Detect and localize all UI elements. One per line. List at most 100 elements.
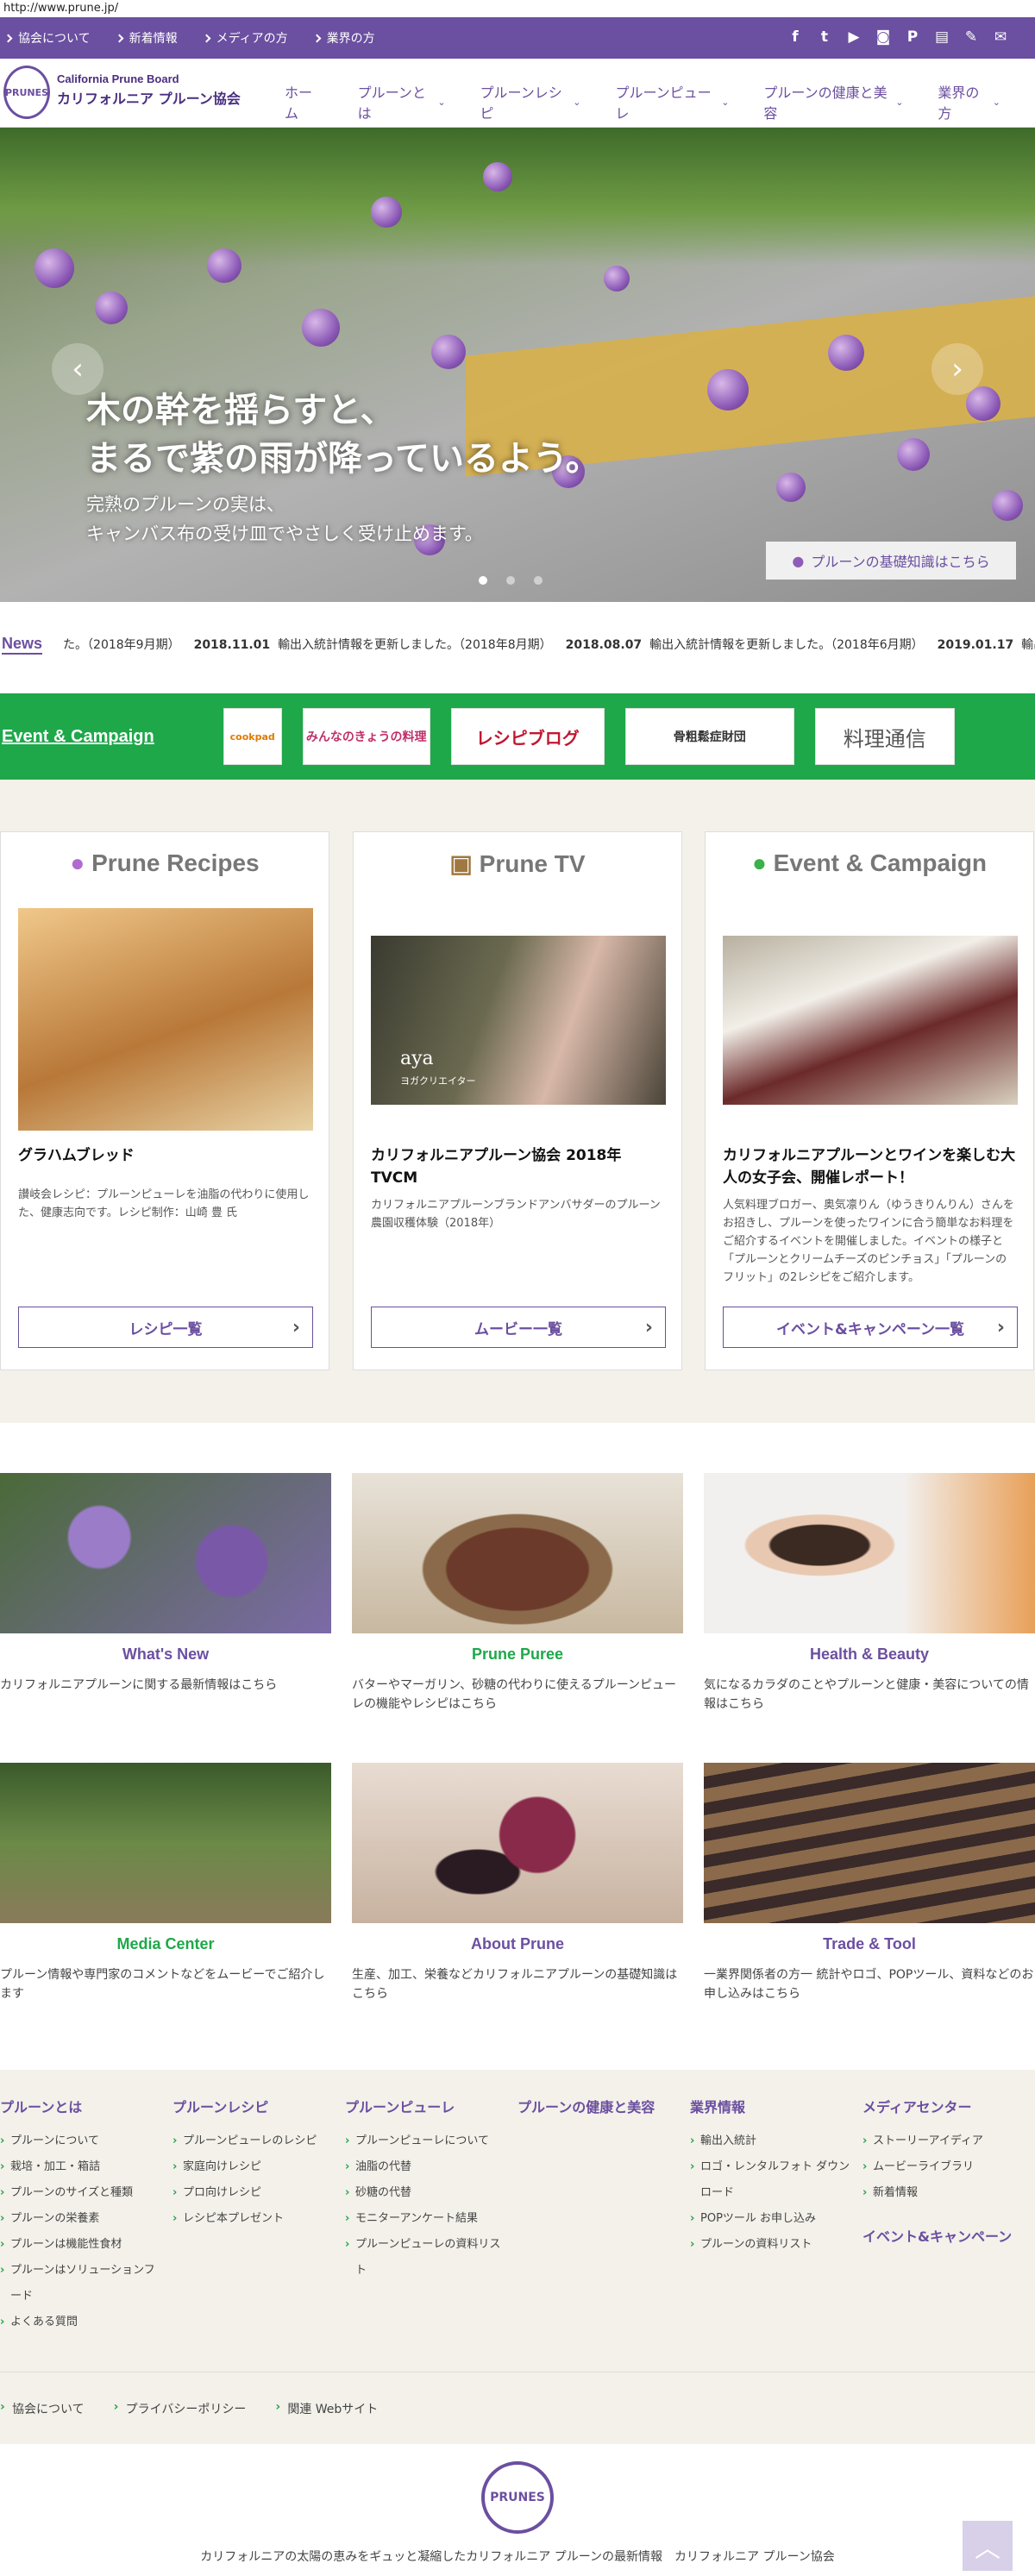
top-link-industry[interactable]: 業界の方 bbox=[314, 29, 375, 47]
top-link-media[interactable]: メディアの方 bbox=[204, 29, 288, 47]
event-report-image[interactable] bbox=[723, 936, 1018, 1105]
footer-link[interactable]: 家庭向けレシピ bbox=[172, 2154, 336, 2180]
footer-link[interactable]: レシピ本プレゼント bbox=[172, 2206, 336, 2232]
back-to-top-button[interactable]: ︿ bbox=[963, 2521, 1013, 2571]
footer-about-link[interactable]: 協会について bbox=[0, 2400, 85, 2417]
news-item[interactable]: 2018.11.01 輸出入統計情報を更新しました。（2018年8月期） bbox=[194, 636, 552, 653]
news-item[interactable]: 2018.08.07 輸出入統計情報を更新しました。（2018年6月期） bbox=[566, 636, 924, 653]
mail-icon[interactable]: ✉ bbox=[990, 24, 1011, 50]
movie-list-button[interactable]: ムービー一覧 bbox=[371, 1307, 666, 1348]
nav-home[interactable]: ホーム bbox=[285, 81, 323, 122]
nav-about-prune[interactable]: プルーンとは ⌄ bbox=[358, 81, 446, 122]
footer-link[interactable]: ロゴ・レンタルフォト ダウンロード bbox=[690, 2154, 854, 2206]
footer-link[interactable]: プルーンピューレのレシピ bbox=[172, 2128, 336, 2154]
facebook-icon[interactable]: f bbox=[785, 24, 806, 50]
carousel-dot-3[interactable] bbox=[534, 576, 543, 585]
footer-link[interactable]: プルーンのサイズと種類 bbox=[0, 2180, 164, 2206]
carousel-dot-2[interactable] bbox=[506, 576, 515, 585]
related-sites-link[interactable]: 関連 Webサイト bbox=[275, 2400, 378, 2417]
recipe-title[interactable]: グラハムブレッド bbox=[18, 1144, 313, 1167]
pen-icon[interactable]: ✎ bbox=[961, 24, 982, 50]
carousel-dot-1[interactable] bbox=[479, 576, 487, 585]
event-list-button[interactable]: イベント&キャンペーン一覧 bbox=[723, 1307, 1018, 1348]
footer-col-title[interactable]: プルーンとは bbox=[0, 2096, 164, 2116]
footer-link[interactable]: 栽培・加工・箱詰 bbox=[0, 2154, 164, 2180]
recipes-card: ● Prune Recipes グラハムブレッド 讃岐会レシピ：プルーンピューレ… bbox=[0, 831, 329, 1370]
news-ticker: News た。（2018年9月期） 2018.11.01 輸出入統計情報を更新し… bbox=[0, 602, 1035, 686]
partner-cookpad[interactable]: cookpad bbox=[223, 708, 282, 765]
footer-link[interactable]: プルーンは機能性食材 bbox=[0, 2232, 164, 2258]
pinterest-icon[interactable]: P bbox=[902, 24, 923, 50]
footer-link[interactable]: POPツール お申し込み bbox=[690, 2206, 854, 2232]
top-link-about[interactable]: 協会について bbox=[5, 29, 91, 47]
nav-industry[interactable]: 業界の方 ⌄ bbox=[938, 81, 1000, 122]
footer-link[interactable]: プルーンはソリューションフード bbox=[0, 2258, 164, 2310]
plum-image bbox=[897, 438, 930, 471]
news-item[interactable]: た。（2018年9月期） bbox=[63, 636, 180, 653]
footer-link[interactable]: 新着情報 bbox=[862, 2180, 1026, 2206]
plum-image bbox=[828, 335, 864, 371]
card-heading: ▣ Prune TV bbox=[354, 849, 681, 878]
tile-media-center[interactable]: Media Center プルーン情報や専門家のコメントなどをムービーでご紹介し… bbox=[0, 1763, 331, 2003]
tile-health-beauty[interactable]: Health & Beauty 気になるカラダのことやプルーンと健康・美容につい… bbox=[704, 1473, 1035, 1714]
footer-link[interactable]: ストーリーアイディア bbox=[862, 2128, 1026, 2154]
partner-recipe-blog[interactable]: レシピブログ bbox=[450, 708, 605, 765]
footer-col-title[interactable]: プルーンピューレ bbox=[345, 2096, 509, 2116]
partner-ryouri-tsushin[interactable]: 料理通信 bbox=[814, 708, 955, 765]
leaf-icon: ● bbox=[751, 849, 767, 876]
recipe-list-button[interactable]: レシピ一覧 bbox=[18, 1307, 313, 1348]
footer-copyright: カリフォルニアの太陽の恵みをギュッと凝縮したカリフォルニア プルーンの最新情報 … bbox=[200, 2550, 835, 2564]
youtube-icon[interactable]: ▶ bbox=[844, 24, 864, 50]
footer-col-title[interactable]: メディアセンター bbox=[862, 2096, 1026, 2116]
tile-whats-new[interactable]: What's New カリフォルニアプルーンに関する最新情報はこちら bbox=[0, 1473, 331, 1695]
footer-col-media: メディアセンター ストーリーアイディア ムービーライブラリ 新着情報 イベント&… bbox=[862, 2096, 1026, 2258]
nav-puree[interactable]: プルーンピューレ ⌄ bbox=[615, 81, 729, 122]
footer-prunes-logo[interactable]: PRUNES bbox=[481, 2461, 554, 2534]
news-text: た。（2018年9月期） bbox=[63, 638, 180, 652]
blog-icon[interactable]: ▤ bbox=[932, 24, 952, 50]
footer-link[interactable]: 輸出入統計 bbox=[690, 2128, 854, 2154]
top-link-news[interactable]: 新着情報 bbox=[116, 29, 178, 47]
tv-title[interactable]: カリフォルニアプルーン協会 2018年TVCM bbox=[371, 1144, 666, 1189]
footer-col-title-events[interactable]: イベント&キャンペーン bbox=[862, 2225, 1026, 2246]
footer-link[interactable]: プルーンについて bbox=[0, 2128, 164, 2154]
instagram-icon[interactable]: ◙ bbox=[873, 24, 894, 50]
event-title[interactable]: カリフォルニアプルーンとワインを楽しむ大人の女子会、開催レポート！ bbox=[723, 1144, 1018, 1189]
tile-about-prune[interactable]: About Prune 生産、加工、栄養などカリフォルニアプルーンの基礎知識はこ… bbox=[352, 1763, 683, 2003]
news-date: 2019.01.17 bbox=[937, 638, 1014, 652]
footer-col-title[interactable]: プルーンレシピ bbox=[172, 2096, 336, 2116]
footer-link[interactable]: 砂糖の代替 bbox=[345, 2180, 509, 2206]
footer-link[interactable]: プルーンピューレの資料リスト bbox=[345, 2232, 509, 2284]
partner-osteoporosis-foundation[interactable]: 骨粗鬆症財団 bbox=[624, 708, 794, 765]
nav-label: プルーンの健康と美容 bbox=[763, 85, 888, 122]
nav-recipes[interactable]: プルーンレシピ ⌄ bbox=[480, 81, 581, 122]
partner-kyou-no-ryouri[interactable]: みんなのきょうの料理 bbox=[302, 708, 430, 765]
address-bar[interactable]: http://www.prune.jp/ bbox=[0, 0, 1035, 17]
basics-button[interactable]: ● プルーンの基礎知識はこちら bbox=[766, 542, 1016, 580]
news-label[interactable]: News bbox=[2, 635, 43, 655]
news-item[interactable]: 2019.01.17 輸出 bbox=[938, 636, 1035, 653]
footer-link[interactable]: プロ向けレシピ bbox=[172, 2180, 336, 2206]
footer-link[interactable]: プルーンの資料リスト bbox=[690, 2232, 854, 2258]
brand-name[interactable]: California Prune Board カリフォルニア プルーン協会 bbox=[57, 72, 241, 108]
footer-link[interactable]: モニターアンケート結果 bbox=[345, 2206, 509, 2232]
footer-link[interactable]: 油脂の代替 bbox=[345, 2154, 509, 2180]
footer-col-title[interactable]: 業界情報 bbox=[690, 2096, 854, 2116]
prunes-logo[interactable]: PRUNES bbox=[3, 66, 50, 119]
tvcm-video-thumbnail[interactable]: aya ヨガクリエイター bbox=[371, 936, 666, 1105]
footer-col-title[interactable]: プルーンの健康と美容 bbox=[518, 2096, 681, 2116]
privacy-policy-link[interactable]: プライバシーポリシー bbox=[114, 2400, 247, 2417]
nav-health[interactable]: プルーンの健康と美容 ⌄ bbox=[763, 81, 903, 122]
carousel-next-button[interactable]: › bbox=[932, 343, 983, 395]
nav-label: プルーンとは bbox=[357, 85, 426, 122]
event-campaign-link[interactable]: Event & Campaign bbox=[2, 727, 154, 747]
plum-icon: ● bbox=[70, 849, 85, 876]
footer-link[interactable]: プルーンピューレについて bbox=[345, 2128, 509, 2154]
footer-link[interactable]: プルーンの栄養素 bbox=[0, 2206, 164, 2232]
graham-bread-image[interactable] bbox=[18, 908, 313, 1131]
footer-link[interactable]: ムービーライブラリ bbox=[862, 2154, 1026, 2180]
footer-link[interactable]: よくある質問 bbox=[0, 2310, 164, 2335]
tile-prune-puree[interactable]: Prune Puree バターやマーガリン、砂糖の代わりに使えるプルーンピューレ… bbox=[352, 1473, 683, 1714]
tile-trade-tool[interactable]: Trade & Tool 一業界関係者の方一 統計やロゴ、POPツール、資料など… bbox=[704, 1763, 1035, 2003]
twitter-icon[interactable]: t bbox=[814, 24, 835, 50]
